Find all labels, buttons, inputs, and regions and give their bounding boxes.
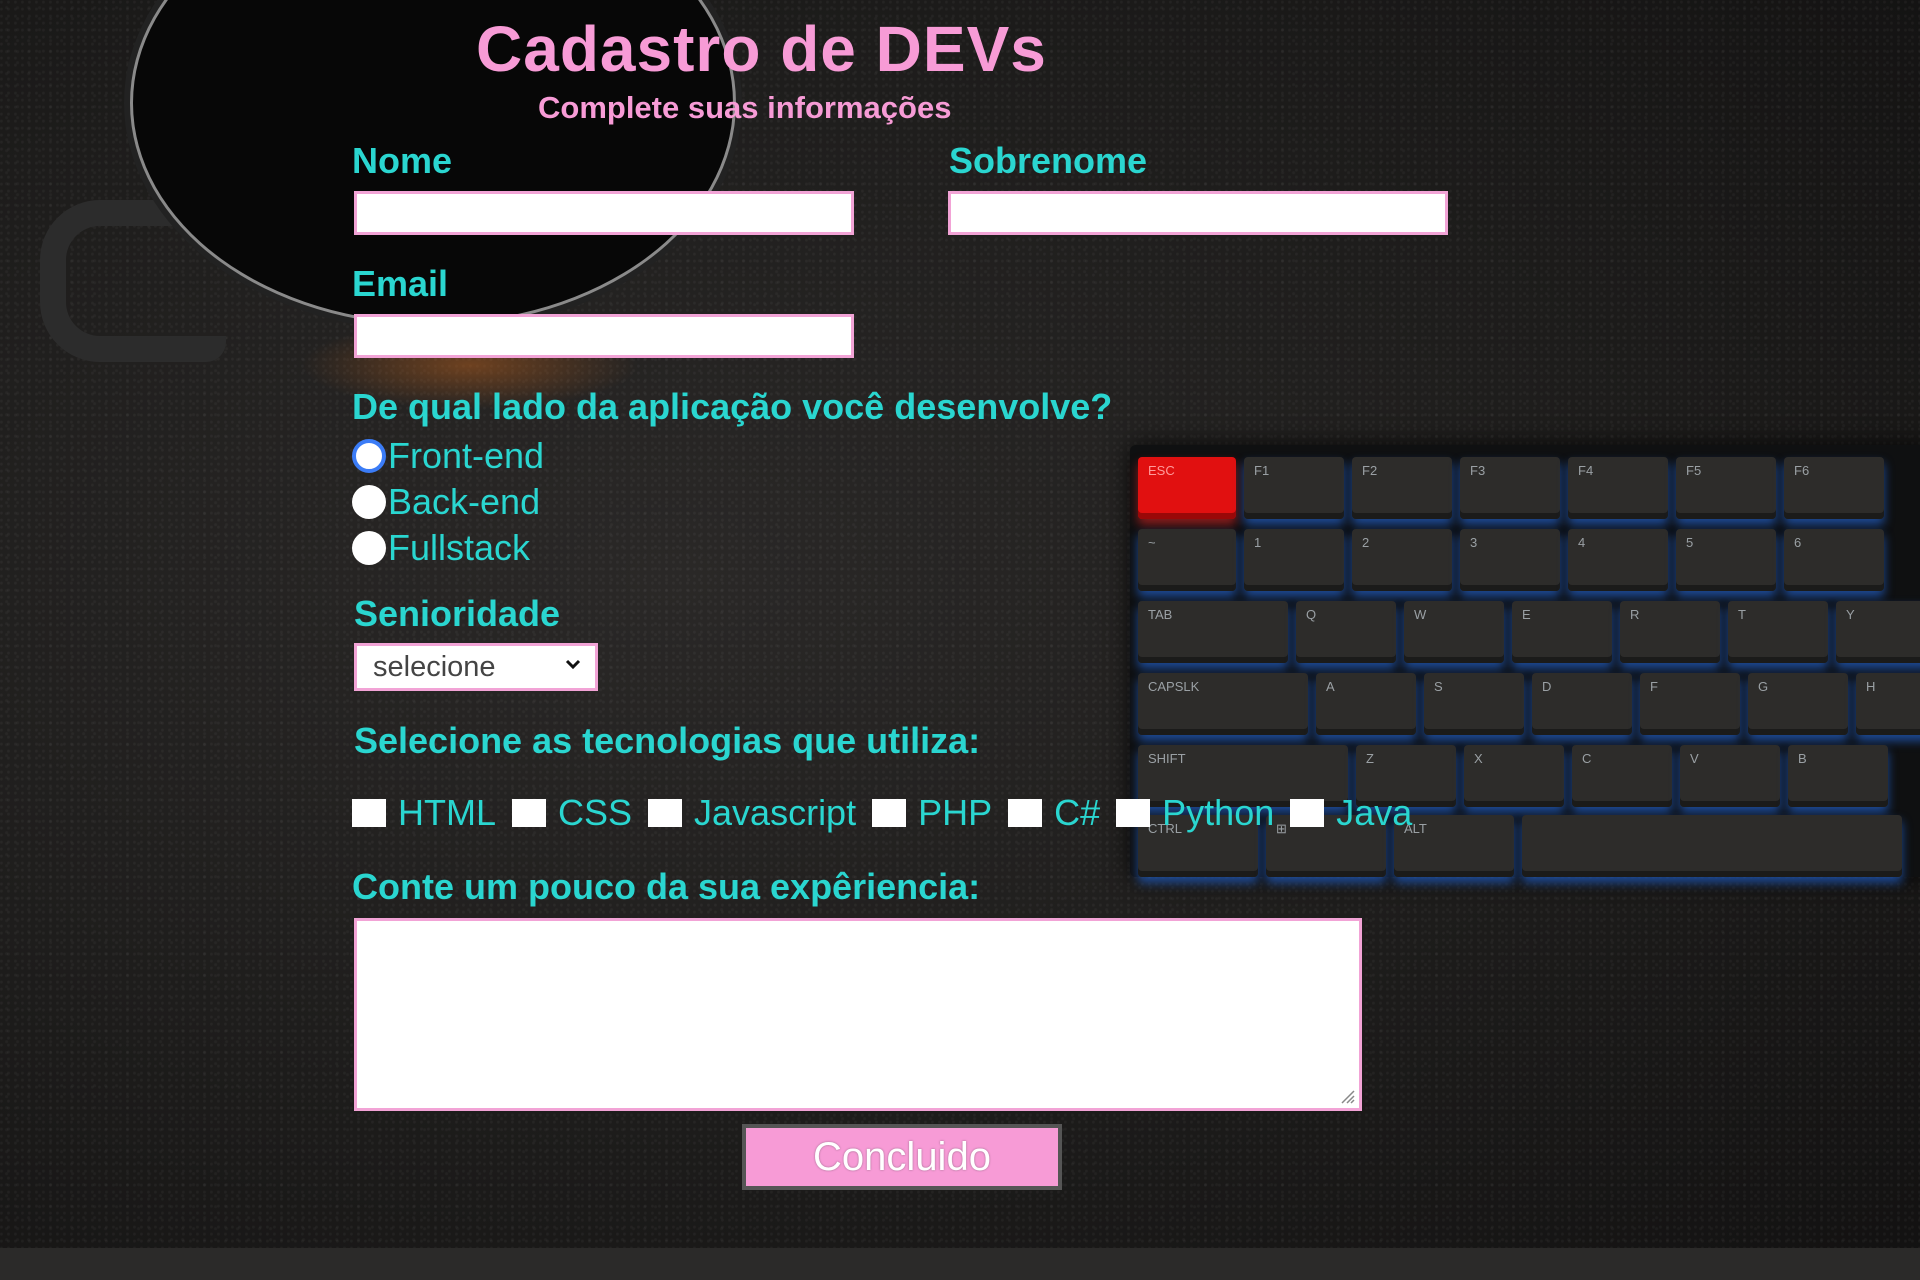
select-value: selecione <box>373 650 496 683</box>
checkbox-label: PHP <box>918 792 993 833</box>
keycap: 3 <box>1460 529 1560 591</box>
radio-button[interactable] <box>352 485 386 519</box>
lado-question: De qual lado da aplicação você desenvolv… <box>352 386 1113 427</box>
checkbox-css[interactable] <box>512 799 546 827</box>
keycap: F4 <box>1568 457 1668 519</box>
keycap-spacebar <box>1522 815 1902 877</box>
checkbox-python[interactable] <box>1116 799 1151 827</box>
keycap: A <box>1316 673 1416 735</box>
keycap: B <box>1788 745 1888 807</box>
keycap: 2 <box>1352 529 1452 591</box>
keycap: F2 <box>1352 457 1452 519</box>
experiencia-label: Conte um pouco da sua expêriencia: <box>352 866 981 907</box>
keycap: C <box>1572 745 1672 807</box>
sobrenome-input[interactable] <box>948 191 1448 235</box>
sobrenome-label: Sobrenome <box>949 140 1148 181</box>
radio-label: Fullstack <box>388 527 531 568</box>
concluido-button[interactable]: Concluido <box>742 1124 1062 1190</box>
checkbox-label: Java <box>1336 792 1413 833</box>
checkbox-label: Python <box>1162 792 1275 833</box>
keycap: CAPSLK <box>1138 673 1308 735</box>
checkbox-label: Javascript <box>694 792 857 833</box>
checkbox-html[interactable] <box>352 799 386 827</box>
checkbox-label: CSS <box>558 792 633 833</box>
page-title: Cadastro de DEVs <box>476 13 1047 85</box>
keycap: F3 <box>1460 457 1560 519</box>
checkbox-java[interactable] <box>1290 799 1325 827</box>
keycap: 6 <box>1784 529 1884 591</box>
keycap: 4 <box>1568 529 1668 591</box>
radio-button[interactable] <box>352 439 386 473</box>
radio-option-backend[interactable]: Back-end <box>352 481 540 523</box>
keycap: H <box>1856 673 1920 735</box>
page-subtitle: Complete suas informações <box>538 90 952 125</box>
tecnologias-checkboxes: HTML CSS Javascript PHP C# Python Java <box>352 792 1428 834</box>
radio-label: Back-end <box>388 481 541 522</box>
keycap: Y <box>1836 601 1920 663</box>
nome-input[interactable] <box>354 191 854 235</box>
keycap: F6 <box>1784 457 1884 519</box>
checkbox-label: HTML <box>398 792 496 833</box>
checkbox-php[interactable] <box>872 799 907 827</box>
radio-option-fullstack[interactable]: Fullstack <box>352 527 530 569</box>
keycap: W <box>1404 601 1504 663</box>
email-label: Email <box>352 263 449 304</box>
email-input[interactable] <box>354 314 854 358</box>
resize-grip-icon[interactable] <box>1336 1085 1356 1105</box>
keycap: E <box>1512 601 1612 663</box>
nome-label: Nome <box>352 140 453 181</box>
keycap: R <box>1620 601 1720 663</box>
keycap: 5 <box>1676 529 1776 591</box>
tecnologias-label: Selecione as tecnologias que utiliza: <box>354 720 981 761</box>
keycap: G <box>1748 673 1848 735</box>
keycap: F5 <box>1676 457 1776 519</box>
senioridade-label: Senioridade <box>354 593 561 634</box>
keycap: X <box>1464 745 1564 807</box>
experiencia-textarea[interactable] <box>354 918 1362 1111</box>
radio-label: Front-end <box>388 435 545 476</box>
keycap: F <box>1640 673 1740 735</box>
checkbox-label: C# <box>1054 792 1101 833</box>
radio-option-frontend[interactable]: Front-end <box>352 435 544 477</box>
senioridade-select[interactable]: selecione <box>354 643 598 691</box>
keycap: V <box>1680 745 1780 807</box>
radio-button[interactable] <box>352 531 386 565</box>
keycap: TAB <box>1138 601 1288 663</box>
checkbox-javascript[interactable] <box>648 799 683 827</box>
keycap: S <box>1424 673 1524 735</box>
keycap: ~ <box>1138 529 1236 591</box>
keycap: T <box>1728 601 1828 663</box>
keycap: F1 <box>1244 457 1344 519</box>
keycap: 1 <box>1244 529 1344 591</box>
bottom-strip <box>0 1248 1920 1280</box>
keycap: Q <box>1296 601 1396 663</box>
chevron-down-icon <box>565 659 581 670</box>
keycap: ESC <box>1138 457 1236 519</box>
checkbox-csharp[interactable] <box>1008 799 1043 827</box>
keycap: D <box>1532 673 1632 735</box>
